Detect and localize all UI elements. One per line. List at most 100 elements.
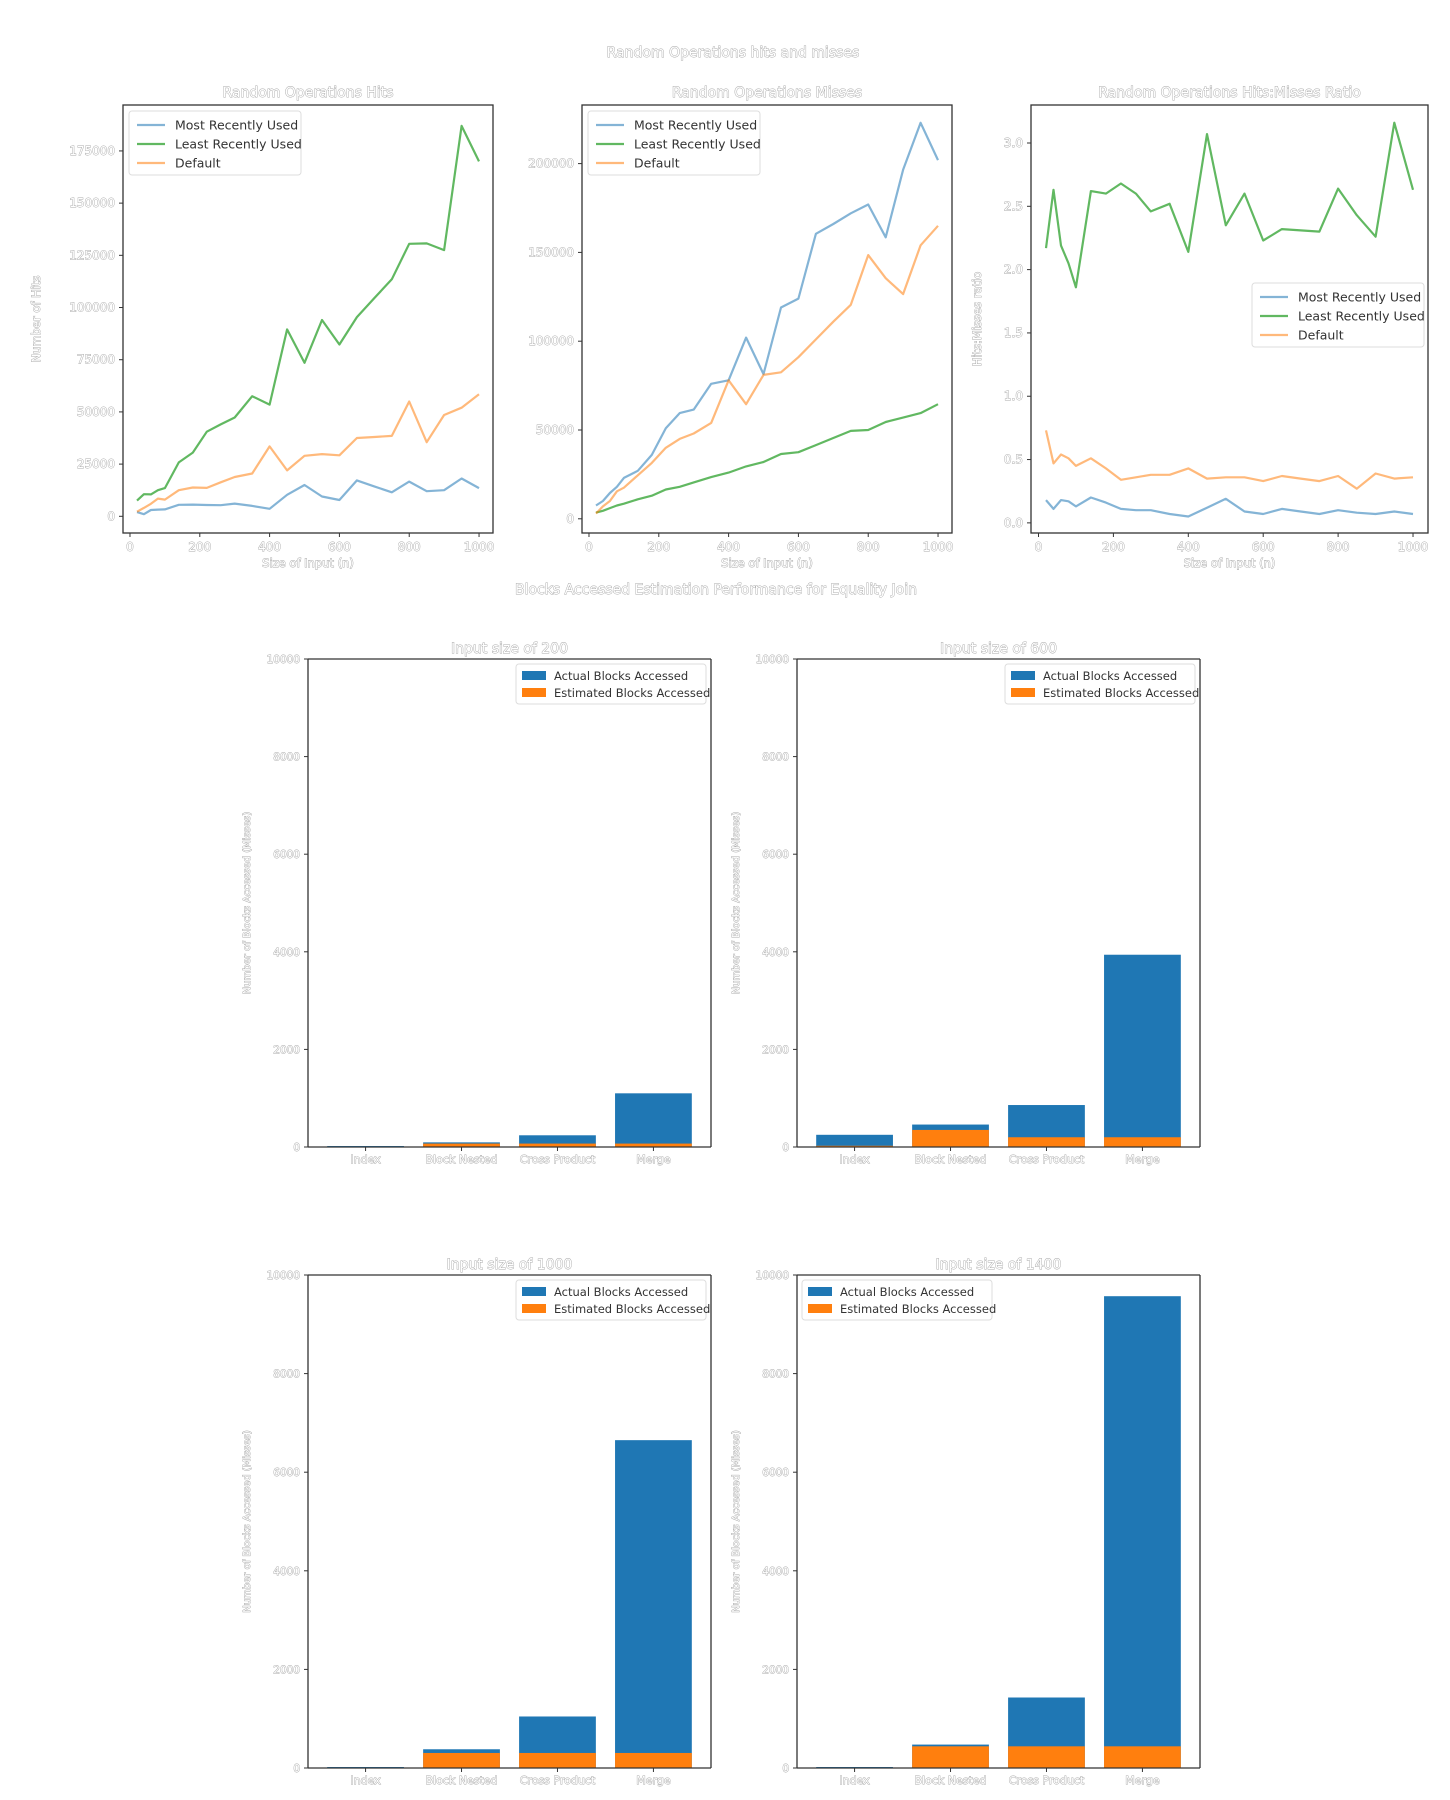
x-tick-label: Merge [1125, 1774, 1160, 1787]
bar-estimated [912, 1129, 989, 1147]
legend-swatch-actual [522, 671, 546, 680]
x-tick-label: Block Nested [915, 1153, 987, 1166]
y-tick-label: 50000 [77, 405, 115, 419]
bar-estimated [912, 1746, 989, 1768]
legend-swatch-actual [808, 1287, 832, 1296]
bar-chart-6: Input size of 1400 0 2000 4000 6000 8000 10000… [731, 1257, 1201, 1787]
y-tick-label: 4000 [273, 947, 300, 959]
legend-label: Actual Blocks Accessed [554, 1285, 688, 1299]
y-tick-label: 200000 [528, 157, 574, 171]
x-axis-label: Size of Input (n) [1184, 556, 1276, 570]
chart-title: Random Operations Hits [222, 85, 393, 101]
legend-label: Estimated Blocks Accessed [840, 1302, 996, 1316]
x-tick-label: Cross Product [520, 1153, 596, 1166]
y-tick-label: 10000 [756, 654, 789, 666]
y-axis-label: Number of Blocks Accessed (Misses) [731, 812, 742, 995]
y-tick-label: 1.5 [1004, 326, 1023, 340]
bar-estimated [615, 1752, 692, 1768]
y-tick-label: 0 [293, 1763, 300, 1775]
bar-actual [1104, 954, 1181, 1147]
x-tick-label: 800 [398, 540, 421, 554]
figure-canvas: Random Operations hits and misses Blocks… [29, 45, 1429, 1788]
x-tick-label: Block Nested [426, 1153, 498, 1166]
x-tick-label: 600 [328, 540, 351, 554]
legend: Actual Blocks Accessed Estimated Blocks A… [801, 1279, 996, 1321]
figure2-suptitle: Blocks Accessed Estimation Performance f… [515, 582, 917, 598]
x-tick-label: Cross Product [520, 1774, 596, 1787]
y-tick-label: 8000 [273, 752, 300, 764]
y-axis-label: Number of Hits [29, 276, 43, 363]
y-tick-label: 4000 [762, 947, 789, 959]
x-tick-label: 0 [126, 540, 134, 554]
y-tick-label: 2000 [273, 1664, 300, 1676]
series-line-lru [136, 124, 480, 502]
legend: Actual Blocks Accessed Estimated Blocks A… [515, 663, 710, 705]
x-tick-label: 800 [1327, 540, 1350, 554]
y-tick-label: 2.0 [1004, 263, 1023, 277]
y-tick-label: 0 [293, 1142, 300, 1154]
line-chart-1: Random Operations Misses 0 50000 100000 1500… [528, 85, 954, 571]
y-tick-label: 150000 [528, 245, 574, 259]
legend-label: Default [175, 156, 221, 171]
y-tick-label: 2000 [273, 1044, 300, 1056]
y-tick-label: 4000 [762, 1566, 789, 1578]
legend-label: Actual Blocks Accessed [554, 669, 688, 683]
y-tick-label: 150000 [69, 196, 115, 210]
x-tick-label: 200 [647, 540, 670, 554]
bar-actual [615, 1093, 692, 1147]
chart-title: Input size of 1400 [936, 1257, 1062, 1273]
legend-label: Estimated Blocks Accessed [554, 686, 710, 700]
y-tick-label: 0.5 [1004, 453, 1023, 467]
bar-chart-5: Input size of 1000 0 2000 4000 6000 8000 10000… [242, 1257, 712, 1787]
y-axis-label: Number of Blocks Accessed (Misses) [242, 1430, 253, 1613]
legend-label: Actual Blocks Accessed [840, 1285, 974, 1299]
series-line-default [1044, 430, 1414, 490]
legend: Actual Blocks Accessed Estimated Blocks A… [515, 1279, 710, 1321]
legend-swatch-estimated [522, 1304, 546, 1313]
bar-estimated [1008, 1137, 1085, 1147]
bar-estimated [519, 1752, 596, 1768]
x-tick-label: Index [839, 1774, 870, 1787]
legend: Most Recently Used Least Recently Used Def… [1251, 282, 1425, 348]
x-tick-label: 400 [1177, 540, 1200, 554]
y-tick-label: 0.0 [1004, 516, 1023, 530]
x-tick-label: Index [350, 1153, 381, 1166]
series-line-default [136, 393, 480, 513]
y-tick-label: 6000 [762, 1467, 789, 1479]
bar-estimated [1104, 1137, 1181, 1147]
y-tick-label: 10000 [756, 1270, 789, 1282]
y-tick-label: 10000 [267, 654, 300, 666]
chart-title: Input size of 600 [940, 641, 1057, 657]
bar-actual [1104, 1296, 1181, 1768]
y-tick-label: 125000 [69, 248, 115, 262]
bar-chart-4: Input size of 600 0 2000 4000 6000 8000 10000 I… [731, 641, 1201, 1166]
y-tick-label: 6000 [762, 849, 789, 861]
y-tick-label: 175000 [69, 144, 115, 158]
y-tick-label: 6000 [273, 849, 300, 861]
chart-title: Random Operations Misses [672, 85, 862, 101]
y-tick-label: 3.0 [1004, 136, 1023, 150]
x-tick-label: Block Nested [915, 1774, 987, 1787]
y-tick-label: 75000 [77, 353, 115, 367]
series-line-mru [1045, 496, 1414, 518]
y-tick-label: 50000 [536, 423, 574, 437]
x-tick-label: Merge [636, 1774, 671, 1787]
line-chart-2: Random Operations Hits:Misses Ratio 0.0 0.… [970, 85, 1429, 571]
x-tick-label: 200 [188, 540, 211, 554]
legend-swatch-actual [522, 1287, 546, 1296]
x-tick-label: 0 [1035, 540, 1043, 554]
legend-label: Actual Blocks Accessed [1043, 669, 1177, 683]
y-tick-label: 0 [782, 1142, 789, 1154]
legend-swatch-estimated [1011, 688, 1035, 697]
legend-label: Most Recently Used [175, 118, 298, 133]
x-tick-label: Index [839, 1153, 870, 1166]
x-tick-label: 1000 [1398, 540, 1429, 554]
series-line-mru [136, 477, 480, 516]
series-line-default [595, 225, 939, 515]
legend-label: Estimated Blocks Accessed [1043, 686, 1199, 700]
legend-swatch-estimated [808, 1304, 832, 1313]
y-axis-label: Hits:Misses ratio [970, 272, 984, 367]
legend-label: Most Recently Used [1298, 290, 1421, 305]
chart-title: Input size of 1000 [447, 1257, 573, 1273]
x-tick-label: Merge [636, 1153, 671, 1166]
